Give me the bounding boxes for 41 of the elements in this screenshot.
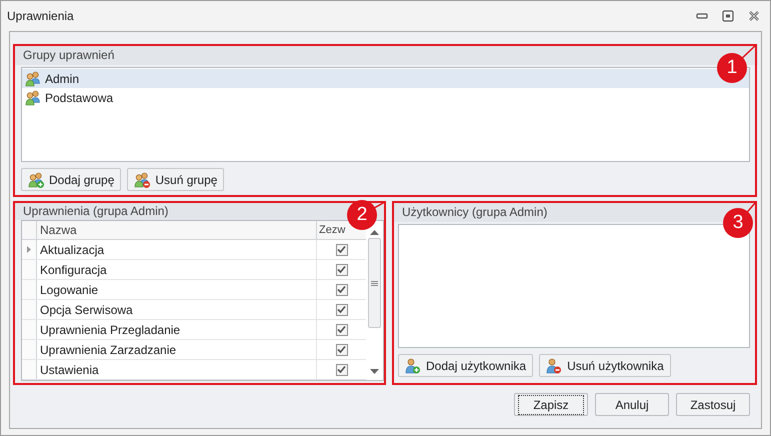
table-cell: Uprawnienia Zarzadzanie xyxy=(37,340,317,359)
window-title: Uprawnienia xyxy=(7,8,74,25)
leader-line xyxy=(373,201,386,210)
checkbox[interactable] xyxy=(336,344,348,356)
checkbox[interactable] xyxy=(336,304,348,316)
leader-line xyxy=(741,44,757,60)
table-cell: Konfiguracja xyxy=(37,260,317,279)
table-cell: Aktualizacja xyxy=(37,240,317,259)
checkbox[interactable] xyxy=(336,364,348,376)
table-cell: Logowanie xyxy=(37,280,317,299)
remove-button[interactable]: Usuń grupę xyxy=(127,168,224,191)
checkbox[interactable] xyxy=(336,244,348,256)
checkbox[interactable] xyxy=(336,324,348,336)
row-header[interactable] xyxy=(22,240,37,259)
group-add-icon xyxy=(28,172,44,188)
column-header[interactable]: Nazwa xyxy=(37,221,317,239)
user-add-icon xyxy=(405,358,421,374)
users-icon xyxy=(25,70,41,86)
scroll-thumb[interactable] xyxy=(368,238,381,328)
add-button[interactable]: Dodaj użytkownika xyxy=(398,354,534,377)
add-button[interactable]: Dodaj grupę xyxy=(21,168,122,191)
remove-button[interactable]: Usuń użytkownika xyxy=(539,354,671,377)
users-icon xyxy=(25,90,41,106)
table-cell: Uprawnienia Przegladanie xyxy=(37,320,317,339)
leader-line xyxy=(746,201,757,214)
restore-icon[interactable] xyxy=(722,10,734,22)
table-cell: Ustawienia xyxy=(37,360,317,379)
dialog-button[interactable]: Zastosuj xyxy=(676,393,750,416)
column-header[interactable]: Zezw xyxy=(319,222,346,238)
scroll-up-icon[interactable] xyxy=(370,230,379,235)
user-remove-icon xyxy=(546,358,562,374)
checkbox[interactable] xyxy=(336,284,348,296)
group-remove-icon xyxy=(134,172,150,188)
checkbox[interactable] xyxy=(336,264,348,276)
dialog-button[interactable]: Anuluj xyxy=(595,393,669,416)
row-indicator-icon xyxy=(27,246,31,253)
table-cell: Opcja Serwisowa xyxy=(37,300,317,319)
scroll-down-icon[interactable] xyxy=(370,369,379,374)
dialog-button[interactable]: Zapisz xyxy=(514,393,588,416)
close-icon[interactable] xyxy=(748,10,760,22)
minimize-icon[interactable] xyxy=(696,12,708,20)
